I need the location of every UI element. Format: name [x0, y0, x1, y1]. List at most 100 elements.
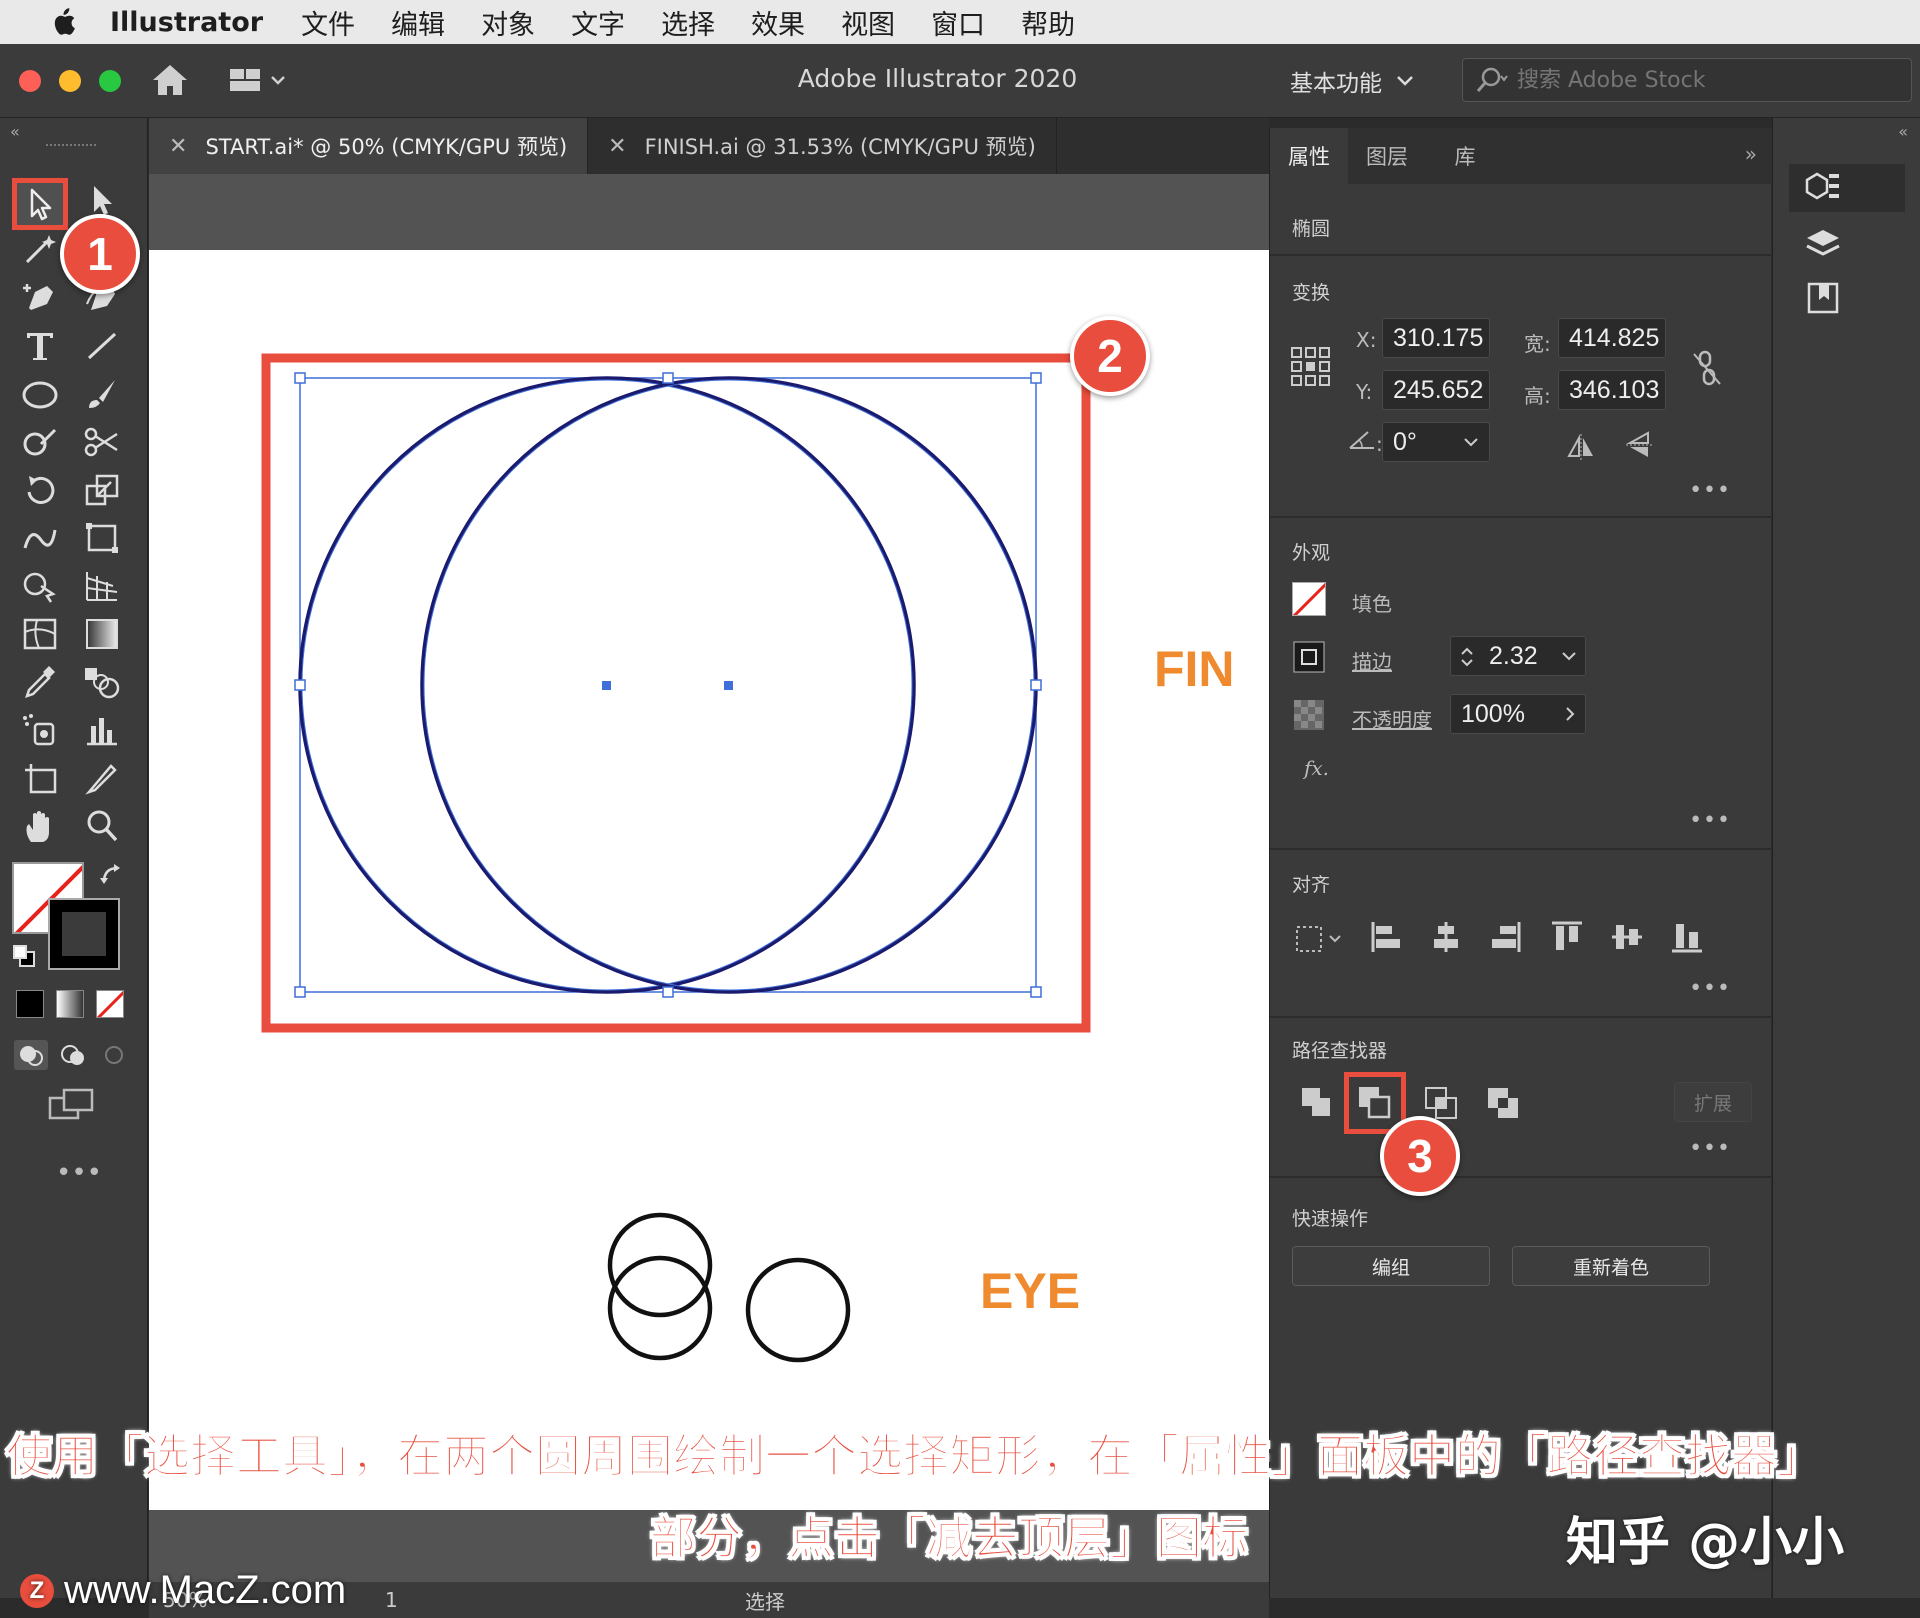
menu-window[interactable]: 窗口 [931, 3, 985, 42]
rotate-field[interactable]: 0° [1382, 422, 1490, 462]
tab-finish-ai[interactable]: ✕ FINISH.ai @ 31.53% (CMYK/GPU 预览) [588, 118, 1057, 174]
dock-libraries-button[interactable] [1789, 274, 1905, 322]
zoom-tool[interactable] [80, 806, 124, 846]
none-mode-button[interactable] [96, 990, 124, 1018]
align-horizontal-center-icon[interactable] [1430, 920, 1462, 954]
app-menu[interactable]: Illustrator [110, 7, 263, 38]
flip-vertical-icon[interactable] [1626, 430, 1652, 460]
menu-effect[interactable]: 效果 [751, 3, 805, 42]
apple-icon[interactable] [42, 7, 84, 37]
arrange-documents-icon[interactable] [228, 66, 292, 94]
rotate-tool[interactable] [18, 470, 62, 510]
close-tab-icon[interactable]: ✕ [169, 134, 187, 159]
chevron-down-icon[interactable] [1561, 651, 1577, 661]
blend-tool[interactable] [80, 662, 124, 702]
draw-behind-button[interactable] [56, 1040, 90, 1070]
home-icon[interactable] [150, 62, 190, 98]
shaper-tool[interactable] [18, 422, 62, 462]
pathfinder-intersect-icon[interactable] [1424, 1086, 1458, 1120]
align-right-icon[interactable] [1490, 920, 1522, 954]
default-fill-stroke-icon[interactable] [12, 944, 36, 968]
edit-toolbar-icon[interactable]: ••• [56, 1158, 102, 1188]
menu-file[interactable]: 文件 [301, 3, 355, 42]
gradient-tool[interactable] [80, 614, 124, 654]
group-button[interactable]: 编组 [1292, 1246, 1490, 1286]
perspective-grid-tool[interactable] [80, 566, 124, 606]
menu-view[interactable]: 视图 [841, 3, 895, 42]
align-to-selection-icon[interactable] [1294, 924, 1344, 954]
width-field[interactable]: 414.825 [1558, 318, 1666, 358]
stepper-icon[interactable] [1459, 645, 1475, 669]
chevron-right-icon[interactable] [1565, 706, 1575, 722]
menu-edit[interactable]: 编辑 [391, 3, 445, 42]
slice-tool[interactable] [80, 758, 124, 798]
align-vertical-center-icon[interactable] [1610, 920, 1644, 954]
close-tab-icon[interactable]: ✕ [608, 134, 626, 159]
x-field[interactable]: 310.175 [1382, 318, 1490, 358]
pathfinder-exclude-icon[interactable] [1486, 1086, 1520, 1120]
stock-search-input[interactable] [1517, 67, 1897, 93]
opacity-field[interactable]: 100% [1450, 694, 1586, 734]
menu-select[interactable]: 选择 [661, 3, 715, 42]
mesh-tool[interactable] [18, 614, 62, 654]
recolor-button[interactable]: 重新着色 [1512, 1246, 1710, 1286]
color-mode-button[interactable] [16, 990, 44, 1018]
fill-color-swatch[interactable] [1292, 582, 1326, 616]
collapse-dock-icon[interactable]: « [1898, 122, 1908, 141]
line-segment-tool[interactable] [80, 326, 124, 366]
swap-fill-stroke-icon[interactable] [100, 864, 126, 890]
hand-tool[interactable] [18, 806, 62, 846]
collapse-toolbar-icon[interactable]: « [10, 122, 20, 141]
screen-mode-button[interactable] [48, 1088, 96, 1122]
reference-point-icon[interactable] [1290, 346, 1332, 388]
height-field[interactable]: 346.103 [1558, 370, 1666, 410]
appearance-more-options-icon[interactable]: ••• [1689, 808, 1731, 833]
window-minimize-button[interactable] [59, 70, 81, 92]
constrain-proportions-icon[interactable] [1692, 350, 1722, 386]
stroke-color-swatch[interactable] [1292, 640, 1326, 674]
toolbar-grip[interactable] [46, 144, 96, 148]
align-bottom-icon[interactable] [1670, 920, 1704, 954]
draw-normal-button[interactable] [14, 1040, 48, 1070]
column-graph-tool[interactable] [80, 710, 124, 750]
align-left-icon[interactable] [1370, 920, 1402, 954]
tab-layers[interactable]: 图层 [1348, 128, 1426, 184]
dock-layers-button[interactable] [1789, 220, 1905, 268]
stroke-weight-field[interactable]: 2.32 [1450, 636, 1586, 676]
align-top-icon[interactable] [1550, 920, 1584, 954]
stock-search-box[interactable] [1462, 58, 1912, 102]
scale-tool[interactable] [80, 470, 124, 510]
selection-tool[interactable] [12, 178, 68, 230]
fx-effects-button[interactable]: fx. [1304, 756, 1329, 780]
tab-start-ai[interactable]: ✕ START.ai* @ 50% (CMYK/GPU 预览) [149, 118, 589, 174]
expand-button[interactable]: 扩展 [1674, 1082, 1752, 1122]
chevron-down-icon[interactable] [1463, 437, 1479, 447]
menu-help[interactable]: 帮助 [1021, 3, 1075, 42]
tab-properties[interactable]: 属性 [1270, 128, 1348, 184]
scissors-tool[interactable] [80, 422, 124, 462]
window-zoom-button[interactable] [99, 70, 121, 92]
symbol-sprayer-tool[interactable] [18, 710, 62, 750]
paintbrush-tool[interactable] [80, 374, 124, 414]
stroke-swatch[interactable] [48, 898, 120, 970]
warp-tool[interactable] [18, 518, 62, 558]
tab-libraries[interactable]: 库 [1426, 128, 1504, 184]
magic-wand-tool[interactable] [18, 230, 62, 270]
flip-horizontal-icon[interactable] [1566, 434, 1596, 460]
dock-properties-button[interactable] [1789, 164, 1905, 212]
menu-object[interactable]: 对象 [481, 3, 535, 42]
align-more-options-icon[interactable]: ••• [1689, 976, 1731, 1001]
panel-expand-icon[interactable]: » [1745, 142, 1757, 166]
transform-more-options-icon[interactable]: ••• [1689, 478, 1731, 503]
shape-builder-tool[interactable] [18, 566, 62, 606]
current-tool-status[interactable]: 选择 [745, 1586, 785, 1615]
opacity-label[interactable]: 不透明度 [1352, 704, 1432, 733]
artboard-number[interactable]: 1 [385, 1588, 398, 1612]
window-close-button[interactable] [19, 70, 41, 92]
gradient-mode-button[interactable] [56, 990, 84, 1018]
ellipse-tool[interactable] [18, 374, 62, 414]
pathfinder-more-options-icon[interactable]: ••• [1689, 1136, 1731, 1161]
artboard-tool[interactable] [18, 758, 62, 798]
workspace-switcher[interactable]: 基本功能 [1290, 64, 1414, 98]
eyedropper-tool[interactable] [18, 662, 62, 702]
